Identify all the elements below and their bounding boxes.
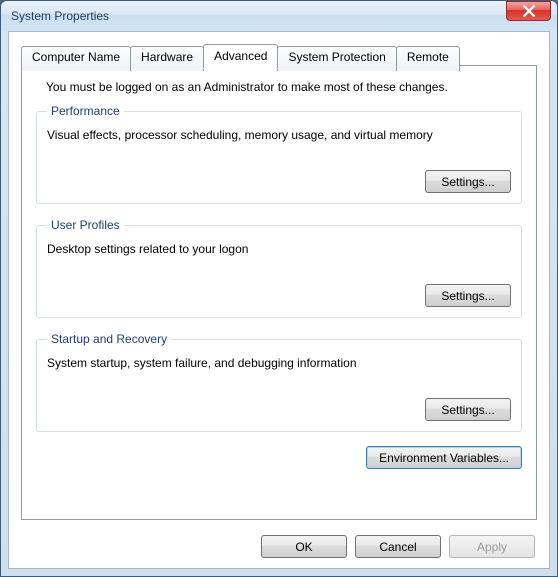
cancel-button[interactable]: Cancel [355, 535, 441, 558]
group-startup-recovery-desc: System startup, system failure, and debu… [47, 356, 511, 370]
group-performance: Performance Visual effects, processor sc… [36, 104, 522, 204]
window-title: System Properties [11, 9, 551, 23]
tab-system-protection[interactable]: System Protection [277, 46, 396, 71]
group-user-profiles-desc: Desktop settings related to your logon [47, 242, 511, 256]
ok-button[interactable]: OK [261, 535, 347, 558]
tab-remote[interactable]: Remote [396, 46, 460, 71]
system-properties-window: System Properties Computer Name Hardware… [0, 0, 558, 577]
tab-body-advanced: You must be logged on as an Administrato… [21, 65, 537, 520]
group-user-profiles: User Profiles Desktop settings related t… [36, 218, 522, 318]
client-area: Computer Name Hardware Advanced System P… [8, 31, 550, 569]
performance-settings-button[interactable]: Settings... [425, 170, 511, 193]
dialog-footer: OK Cancel Apply [261, 535, 535, 558]
group-performance-legend: Performance [47, 104, 124, 118]
tab-hardware[interactable]: Hardware [130, 46, 204, 71]
user-profiles-settings-button[interactable]: Settings... [425, 284, 511, 307]
group-startup-recovery: Startup and Recovery System startup, sys… [36, 332, 522, 432]
apply-button[interactable]: Apply [449, 535, 535, 558]
titlebar[interactable]: System Properties [1, 1, 557, 31]
tab-advanced[interactable]: Advanced [203, 44, 278, 69]
environment-variables-button[interactable]: Environment Variables... [366, 446, 522, 469]
group-startup-recovery-legend: Startup and Recovery [47, 332, 171, 346]
group-user-profiles-legend: User Profiles [47, 218, 124, 232]
group-performance-desc: Visual effects, processor scheduling, me… [47, 128, 511, 142]
startup-recovery-settings-button[interactable]: Settings... [425, 398, 511, 421]
close-icon [523, 5, 535, 17]
tab-computer-name[interactable]: Computer Name [21, 46, 131, 71]
tabstrip: Computer Name Hardware Advanced System P… [21, 44, 537, 69]
close-button[interactable] [506, 1, 551, 21]
intro-text: You must be logged on as an Administrato… [46, 80, 522, 94]
